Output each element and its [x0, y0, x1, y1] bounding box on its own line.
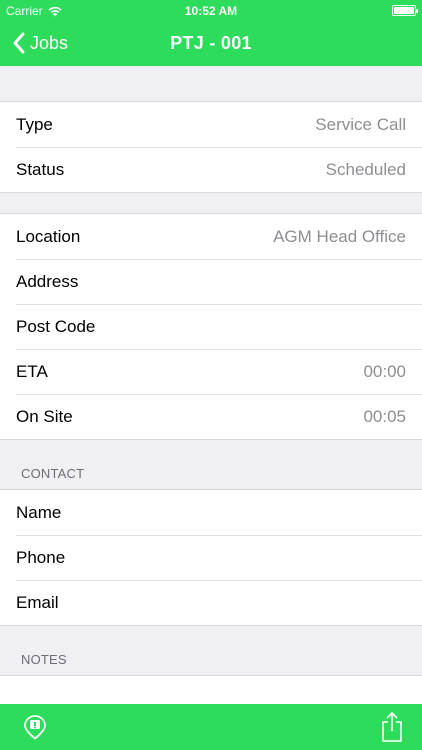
- contact-section-header: CONTACT: [21, 466, 85, 481]
- contact-name-row[interactable]: Name: [0, 490, 422, 535]
- location-value: AGM Head Office: [273, 226, 406, 246]
- postcode-label: Post Code: [16, 316, 96, 336]
- status-time: 10:52 AM: [184, 4, 238, 18]
- address-label: Address: [16, 271, 79, 291]
- contact-name-label: Name: [16, 502, 62, 522]
- contact-email-label: Email: [16, 592, 59, 612]
- page-title: PTJ - 001: [170, 33, 252, 53]
- type-row[interactable]: Type Service Call: [0, 102, 422, 147]
- site-info-group: Location AGM Head Office Address Post Co…: [0, 213, 422, 440]
- type-value: Service Call: [315, 114, 406, 134]
- eta-value: 00:00: [363, 361, 406, 381]
- location-label: Location: [16, 226, 81, 246]
- eta-label: ETA: [16, 361, 48, 381]
- contact-group: Name Phone Email: [0, 489, 422, 626]
- onsite-row[interactable]: On Site 00:05: [0, 394, 422, 439]
- share-icon[interactable]: [380, 711, 404, 743]
- location-pin-icon[interactable]: [21, 713, 49, 741]
- location-row[interactable]: Location AGM Head Office: [0, 214, 422, 259]
- address-row[interactable]: Address: [0, 259, 422, 304]
- notes-group: [0, 675, 422, 704]
- status-row[interactable]: Status Scheduled: [0, 147, 422, 192]
- bottom-toolbar: [0, 704, 422, 750]
- job-info-group: Type Service Call Status Scheduled: [0, 101, 422, 193]
- status-value: Scheduled: [325, 159, 406, 179]
- status-label: Status: [16, 159, 65, 179]
- eta-row[interactable]: ETA 00:00: [0, 349, 422, 394]
- type-label: Type: [16, 114, 53, 134]
- job-detail-list: Type Service Call Status Scheduled Locat…: [0, 66, 422, 704]
- onsite-label: On Site: [16, 406, 73, 426]
- notes-row[interactable]: [0, 676, 422, 704]
- postcode-row[interactable]: Post Code: [0, 304, 422, 349]
- status-bar: Carrier 10:52 AM: [0, 0, 422, 22]
- battery-icon: [392, 5, 418, 16]
- contact-email-row[interactable]: Email: [0, 580, 422, 625]
- contact-phone-row[interactable]: Phone: [0, 535, 422, 580]
- navigation-bar: Jobs PTJ - 001: [0, 22, 422, 66]
- contact-phone-label: Phone: [16, 547, 66, 567]
- onsite-value: 00:05: [363, 406, 406, 426]
- notes-section-header: NOTES: [21, 652, 67, 667]
